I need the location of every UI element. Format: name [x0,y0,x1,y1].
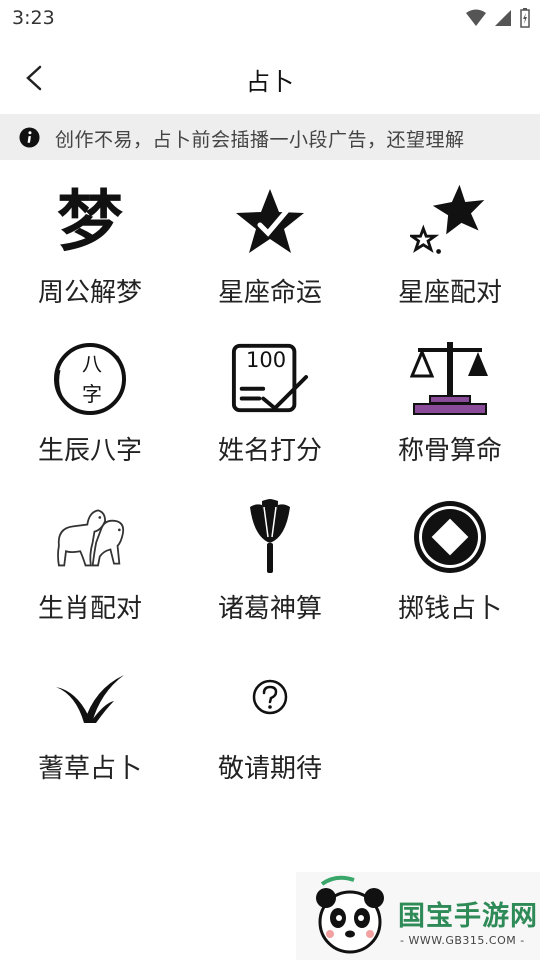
grid-item-label: 掷钱占卜 [397,594,502,624]
wifi-icon [466,9,486,26]
battery-icon [520,8,530,28]
status-bar: 3:23 [0,0,540,40]
grid-item-label: 生肖配对 [37,594,142,624]
grid-item-label: 生辰八字 [37,436,142,466]
status-time: 3:23 [12,7,55,29]
grid-item-bone-weight[interactable]: 称骨算命 [360,332,540,487]
feather-fan-icon [230,494,310,580]
grid-item-label: 姓名打分 [217,436,322,466]
grid-item-horoscope-match[interactable]: 星座配对 [360,174,540,329]
grid-item-coin-toss[interactable]: 掷钱占卜 [360,490,540,645]
dream-glyph: 梦 [57,182,123,260]
notice-banner: 创作不易，占卜前会插播一小段广告，还望理解 [0,114,540,160]
grid-item-label: 星座配对 [397,278,502,308]
grid-item-name-score[interactable]: 100 姓名打分 [180,332,360,487]
question-icon [230,654,310,740]
page-title: 占卜 [246,68,294,96]
score-card-icon: 100 [230,336,310,422]
grid-item-label: 星座命运 [217,278,322,308]
watermark-url: - WWW.GB315.COM - [400,934,525,947]
panda-logo-icon [316,875,384,954]
grid-item-label: 蓍草占卜 [37,754,142,784]
grid-item-label: 称骨算命 [397,436,502,466]
grid-item-yarrow[interactable]: 蓍草占卜 [0,650,180,805]
grid-item-zodiac-match[interactable]: 生肖配对 [0,490,180,645]
info-icon [19,127,40,148]
grid-item-label: 周公解梦 [37,278,142,308]
status-icons [466,8,530,28]
zodiac-animals-icon [50,494,130,580]
grid-item-label: 敬请期待 [217,754,322,784]
bazi-seal-icon: 八 字 [50,336,130,422]
top-app-bar: 占卜 [0,40,540,114]
notice-text: 创作不易，占卜前会插播一小段广告，还望理解 [55,129,465,151]
grid-item-dream[interactable]: 梦 周公解梦 [0,174,180,329]
grid-item-horoscope-fate[interactable]: 星座命运 [180,174,360,329]
watermark-logo: 国宝手游网 - WWW.GB315.COM - [296,872,540,960]
grid-item-bazi[interactable]: 八 字 生辰八字 [0,332,180,487]
coin-icon [410,494,490,580]
bazi-glyph-top: 八 [82,352,102,376]
stars-pair-icon [410,178,490,264]
grid-item-coming-soon[interactable]: 敬请期待 [180,650,360,805]
grid-item-zhuge[interactable]: 诸葛神算 [180,490,360,645]
yarrow-grass-icon [50,654,130,740]
grid-item-label: 诸葛神算 [217,594,322,624]
watermark-name: 国宝手游网 [398,901,538,932]
star-icon [230,178,310,264]
dream-char-icon: 梦 [50,178,130,264]
bazi-glyph-bottom: 字 [82,382,102,406]
score-text: 100 [246,348,287,372]
scale-icon [410,336,490,422]
signal-icon [495,10,511,26]
